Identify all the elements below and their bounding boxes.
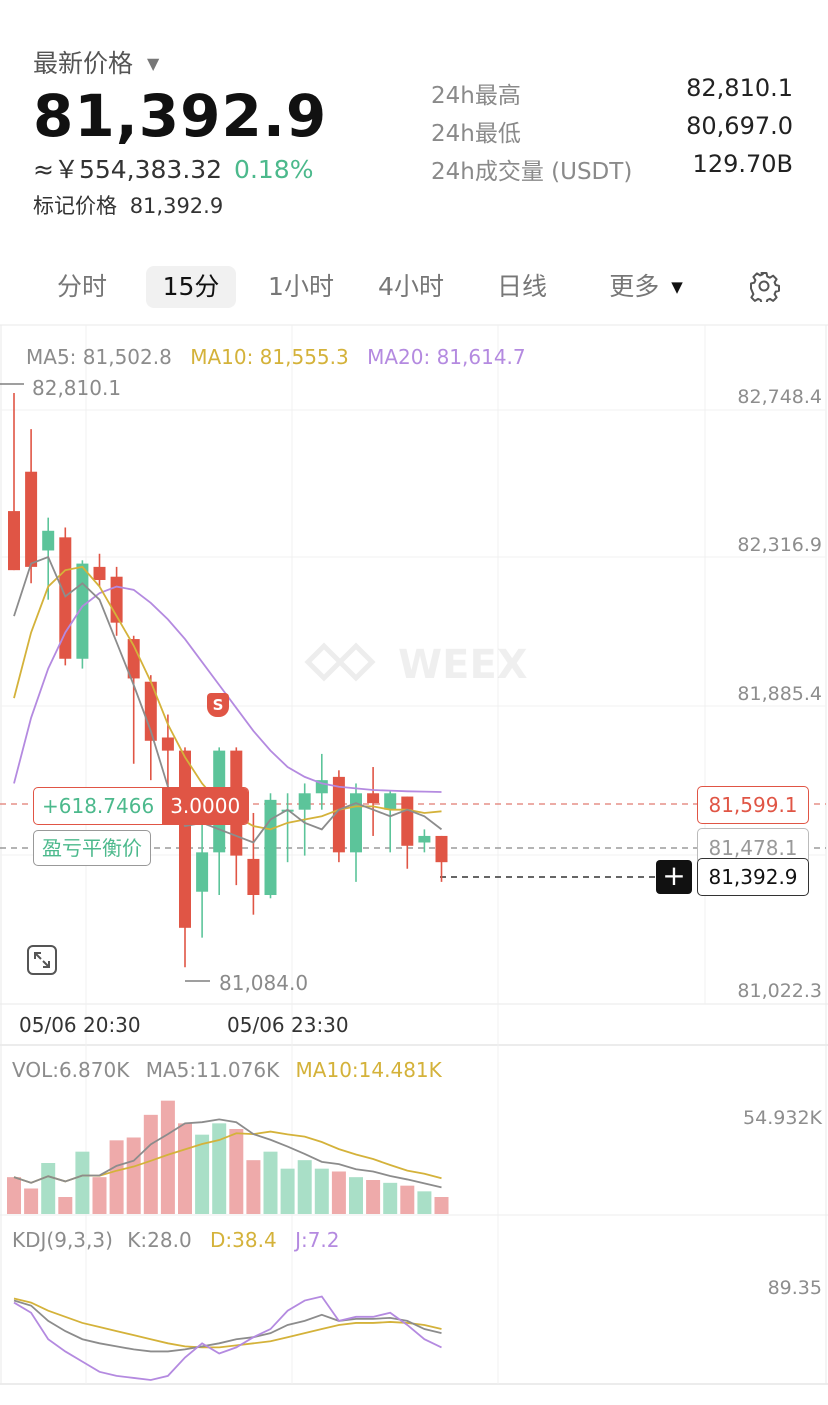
watermark-text: WEEX bbox=[398, 642, 528, 688]
kdj-d-line bbox=[13, 1297, 442, 1349]
volume-bar bbox=[7, 1177, 21, 1214]
volume-bar bbox=[41, 1163, 56, 1214]
y-axis-label-1: 82,748.4 bbox=[737, 386, 822, 408]
volume-bar bbox=[229, 1129, 244, 1214]
fullscreen-expand-icon[interactable] bbox=[26, 944, 58, 976]
candle-body bbox=[401, 796, 414, 846]
ma10-legend: MA10: 81,555.3 bbox=[190, 345, 349, 369]
candle-body bbox=[42, 530, 55, 551]
volume-legend: VOL:6.870K MA5:11.076K MA10:14.481K bbox=[12, 1058, 442, 1082]
candle-body bbox=[179, 750, 191, 928]
kdj-k-line bbox=[13, 1299, 442, 1353]
volume-bars-group bbox=[7, 1100, 449, 1214]
ma20-legend: MA20: 81,614.7 bbox=[367, 345, 526, 369]
candle-body bbox=[435, 835, 448, 863]
volume-bar bbox=[331, 1171, 346, 1214]
candle-body bbox=[367, 793, 380, 804]
x-axis-label-2: 05/06 23:30 bbox=[227, 1013, 349, 1037]
position-pnl-tag[interactable]: +618.7466 3.0000 bbox=[33, 787, 250, 825]
volume-bar bbox=[434, 1197, 449, 1214]
kdj-lines-group bbox=[13, 1295, 442, 1381]
candle-body bbox=[25, 471, 38, 567]
vol-ma10: MA10:14.481K bbox=[295, 1058, 442, 1082]
kdj-legend: KDJ(9,3,3) K:28.0 D:38.4 J:7.2 bbox=[12, 1228, 340, 1252]
position-pnl: +618.7466 bbox=[42, 794, 155, 818]
candle-body bbox=[196, 852, 209, 892]
kdj-y-label: 89.35 bbox=[767, 1277, 822, 1299]
volume-bar bbox=[349, 1177, 363, 1214]
plus-icon: + bbox=[662, 859, 686, 892]
candle-body bbox=[247, 858, 260, 895]
candle-body bbox=[93, 566, 106, 580]
volume-bar bbox=[400, 1185, 415, 1214]
volume-bar bbox=[195, 1134, 210, 1214]
ma-legend: MA5: 81,502.8 MA10: 81,555.3 MA20: 81,61… bbox=[26, 345, 526, 369]
breakeven-tag[interactable]: 盈亏平衡价 bbox=[33, 830, 151, 866]
kdj-d: D:38.4 bbox=[210, 1228, 277, 1252]
candle-body bbox=[8, 511, 20, 571]
volume-bar bbox=[143, 1114, 158, 1214]
low-marker-label: 81,084.0 bbox=[219, 971, 309, 995]
candle-body bbox=[384, 793, 397, 810]
kdj-j-line bbox=[13, 1295, 442, 1381]
volume-bar bbox=[246, 1160, 261, 1214]
place-order-plus-button[interactable]: + bbox=[656, 860, 692, 894]
entry-price-tag: 81,599.1 bbox=[697, 786, 809, 824]
volume-bar bbox=[92, 1177, 107, 1214]
volume-bar bbox=[417, 1191, 432, 1214]
volume-bar bbox=[75, 1151, 90, 1214]
volume-bar bbox=[178, 1123, 192, 1214]
candle-body bbox=[418, 835, 431, 843]
volume-bar bbox=[280, 1168, 295, 1214]
volume-y-label: 54.932K bbox=[743, 1107, 822, 1129]
y-axis-label-3: 81,885.4 bbox=[737, 683, 822, 705]
volume-bar bbox=[58, 1197, 73, 1214]
volume-bar bbox=[383, 1182, 398, 1214]
candle-body bbox=[350, 793, 362, 853]
volume-bar bbox=[366, 1180, 381, 1214]
volume-bar bbox=[126, 1137, 141, 1214]
signal-s-badge[interactable]: S bbox=[207, 693, 229, 717]
watermark-logo bbox=[304, 642, 376, 682]
candles-group bbox=[8, 392, 448, 968]
vol-ma5: MA5:11.076K bbox=[145, 1058, 280, 1082]
ma5-legend: MA5: 81,502.8 bbox=[26, 345, 172, 369]
volume-bar bbox=[314, 1168, 329, 1214]
volume-bar bbox=[212, 1123, 227, 1214]
kdj-title: KDJ(9,3,3) bbox=[12, 1228, 113, 1252]
vol-value: VOL:6.870K bbox=[12, 1058, 130, 1082]
position-size: 3.0000 bbox=[162, 788, 249, 824]
candlestick-chart[interactable]: WEEX bbox=[0, 0, 828, 1405]
volume-bar bbox=[24, 1188, 39, 1214]
volume-bar bbox=[109, 1140, 124, 1214]
kdj-j: J:7.2 bbox=[295, 1228, 340, 1252]
volume-bar bbox=[263, 1151, 278, 1214]
y-axis-label-4: 81,022.3 bbox=[737, 980, 822, 1002]
x-axis-label-1: 05/06 20:30 bbox=[19, 1013, 141, 1037]
volume-bar bbox=[297, 1160, 312, 1214]
y-axis-label-2: 82,316.9 bbox=[737, 534, 822, 556]
candle-body bbox=[264, 799, 277, 895]
candle-body bbox=[298, 793, 311, 810]
candle-body bbox=[161, 737, 174, 751]
current-price-tag: 81,392.9 bbox=[697, 858, 809, 896]
signal-s-text: S bbox=[212, 696, 224, 714]
kdj-k: K:28.0 bbox=[127, 1228, 192, 1252]
high-marker-label: 82,810.1 bbox=[32, 376, 122, 400]
